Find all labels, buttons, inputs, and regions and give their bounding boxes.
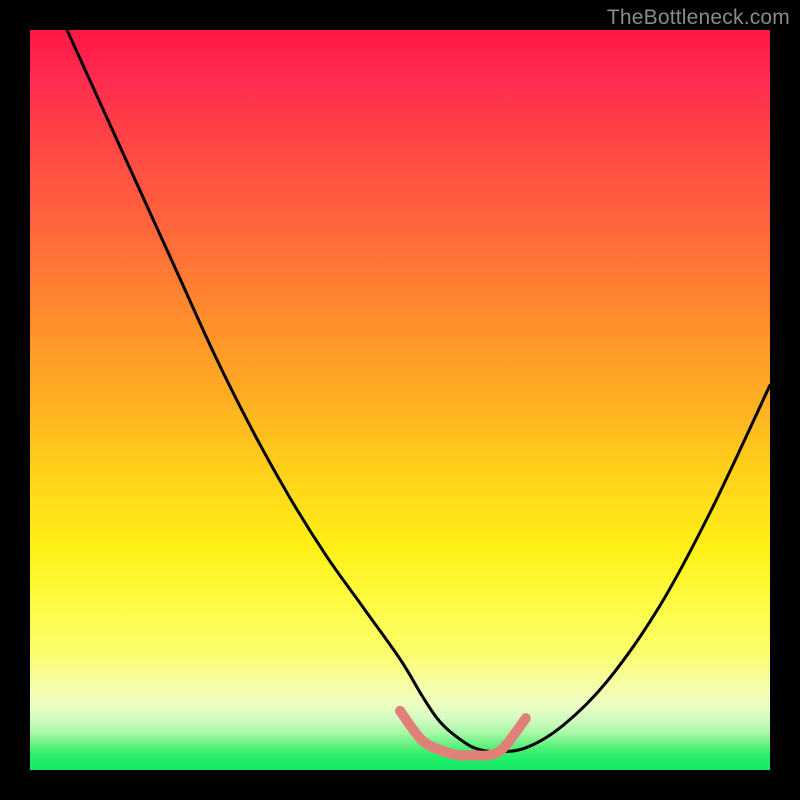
black-curve-path <box>67 30 770 752</box>
watermark-text: TheBottleneck.com <box>607 6 790 30</box>
chart-frame: TheBottleneck.com <box>0 0 800 800</box>
chart-plot-area <box>30 30 770 770</box>
chart-svg <box>30 30 770 770</box>
pink-ideal-zone-path <box>400 711 526 756</box>
